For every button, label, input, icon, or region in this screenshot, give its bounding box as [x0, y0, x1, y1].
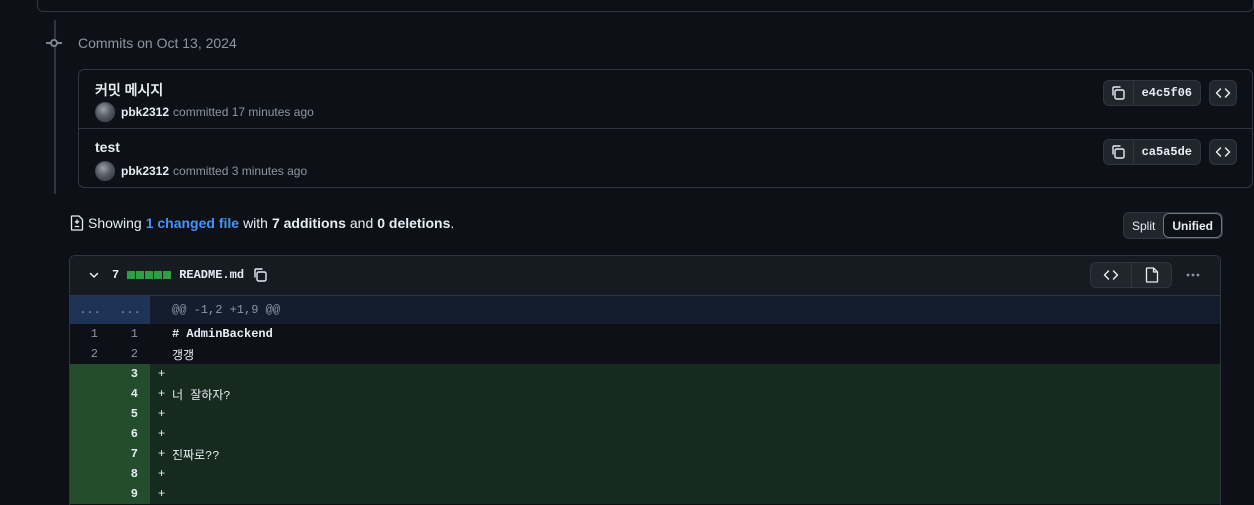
addition-marker: +	[158, 407, 166, 421]
diff-line-added: 9 +	[70, 484, 1220, 504]
chevron-down-icon[interactable]	[88, 269, 100, 281]
kebab-menu-icon[interactable]	[1180, 262, 1206, 288]
deletions-count: 0 deletions	[377, 215, 451, 231]
expand-down-button[interactable]: ...	[110, 296, 150, 324]
commit-sha-link[interactable]: ca5a5de	[1134, 140, 1200, 164]
new-line-number[interactable]: 6	[110, 424, 150, 444]
addition-marker: +	[158, 387, 166, 401]
copy-path-icon[interactable]	[252, 267, 268, 283]
commit-row: 커밋 메시지 pbk2312 committed 17 minutes ago …	[79, 70, 1252, 129]
diff-file: 7 README.md ... ... @@ -1,2 +1,9 @@ 1 1 …	[69, 255, 1221, 505]
split-view-button[interactable]: Split	[1124, 213, 1163, 238]
unified-view-button[interactable]: Unified	[1163, 213, 1223, 238]
commit-list: 커밋 메시지 pbk2312 committed 17 minutes ago …	[78, 69, 1253, 188]
previous-section-box	[37, 0, 1254, 12]
copy-icon[interactable]	[1104, 81, 1134, 105]
line-content: # AdminBackend	[172, 327, 273, 341]
hunk-header-row: ... ... @@ -1,2 +1,9 @@	[70, 296, 1220, 324]
copy-icon[interactable]	[1104, 140, 1134, 164]
file-header-left: 7 README.md	[88, 267, 268, 283]
new-line-number[interactable]: 3	[110, 364, 150, 384]
diff-line: 1 1 # AdminBackend	[70, 324, 1220, 344]
diff-line-added: 7 + 진짜로??	[70, 444, 1220, 464]
line-content: 진짜로??	[172, 448, 220, 463]
new-line-number[interactable]: 1	[110, 324, 150, 344]
new-line-number[interactable]: 7	[110, 444, 150, 464]
avatar[interactable]	[95, 161, 115, 181]
diff-line-added: 4 + 너 잘하자?	[70, 384, 1220, 404]
file-name-link[interactable]: README.md	[179, 268, 244, 282]
diff-view-toggle: Split Unified	[1123, 212, 1224, 239]
file-view-icon[interactable]	[1131, 263, 1171, 287]
commit-action-text: committed	[173, 105, 229, 119]
new-line-number[interactable]: 2	[110, 344, 150, 364]
diff-line-added: 3 +	[70, 364, 1220, 384]
old-line-number[interactable]: 1	[70, 324, 110, 344]
old-line-number	[70, 384, 110, 404]
diff-line-added: 5 +	[70, 404, 1220, 424]
summary-with: with	[243, 215, 268, 231]
source-diff-icon[interactable]	[1091, 263, 1131, 287]
commits-date-heading: Commits on Oct 13, 2024	[78, 35, 237, 51]
diff-line: 2 2 갱갱	[70, 344, 1220, 364]
new-line-number[interactable]: 9	[110, 484, 150, 504]
commit-time: 3 minutes ago	[231, 164, 308, 178]
expand-up-button[interactable]: ...	[70, 296, 110, 324]
old-line-number	[70, 464, 110, 484]
summary-prefix: Showing	[88, 215, 142, 231]
line-content: 너 잘하자?	[172, 388, 231, 403]
commit-action-text: committed	[173, 164, 229, 178]
author-link[interactable]: pbk2312	[121, 105, 169, 119]
addition-marker: +	[158, 487, 166, 501]
line-content: 갱갱	[172, 348, 195, 363]
diff-line-added: 8 +	[70, 464, 1220, 484]
commit-title-link[interactable]: test	[95, 139, 120, 155]
commit-meta: pbk2312 committed 17 minutes ago	[95, 102, 314, 122]
old-line-number	[70, 364, 110, 384]
commit-sha-link[interactable]: e4c5f06	[1134, 81, 1200, 105]
browse-code-icon[interactable]	[1209, 80, 1237, 106]
summary-suffix: .	[450, 215, 455, 231]
old-line-number	[70, 444, 110, 464]
commit-row: test pbk2312 committed 3 minutes ago ca5…	[79, 129, 1252, 188]
commit-time: 17 minutes ago	[231, 105, 314, 119]
sha-button-group: ca5a5de	[1102, 139, 1201, 165]
old-line-number	[70, 484, 110, 504]
git-commit-icon	[46, 36, 62, 50]
hunk-header: @@ -1,2 +1,9 @@	[172, 303, 281, 317]
commit-actions: e4c5f06	[1102, 80, 1237, 106]
avatar[interactable]	[95, 102, 115, 122]
new-line-number[interactable]: 8	[110, 464, 150, 484]
addition-marker: +	[158, 427, 166, 441]
commit-meta: pbk2312 committed 3 minutes ago	[95, 161, 307, 181]
commit-actions: ca5a5de	[1102, 139, 1237, 165]
old-line-number	[70, 424, 110, 444]
file-header-actions	[1090, 262, 1206, 288]
old-line-number[interactable]: 2	[70, 344, 110, 364]
author-link[interactable]: pbk2312	[121, 164, 169, 178]
addition-marker: +	[158, 447, 166, 461]
sha-button-group: e4c5f06	[1102, 80, 1201, 106]
diffstat-bar	[127, 271, 172, 279]
additions-count: 7 additions	[271, 215, 346, 231]
changed-files-link[interactable]: 1 changed file	[146, 215, 239, 231]
diff-summary: Showing 1 changed file with 7 additions …	[70, 215, 454, 231]
file-diff-icon	[70, 215, 84, 231]
old-line-number	[70, 404, 110, 424]
commit-title-link[interactable]: 커밋 메시지	[95, 80, 163, 100]
diff-line-added: 6 +	[70, 424, 1220, 444]
new-line-number[interactable]: 5	[110, 404, 150, 424]
addition-marker: +	[158, 467, 166, 481]
browse-code-icon[interactable]	[1209, 139, 1237, 165]
new-line-number[interactable]: 4	[110, 384, 150, 404]
file-view-group	[1090, 262, 1172, 288]
addition-marker: +	[158, 367, 166, 381]
file-header: 7 README.md	[70, 256, 1220, 296]
change-count: 7	[112, 268, 120, 282]
summary-and: and	[349, 215, 374, 231]
